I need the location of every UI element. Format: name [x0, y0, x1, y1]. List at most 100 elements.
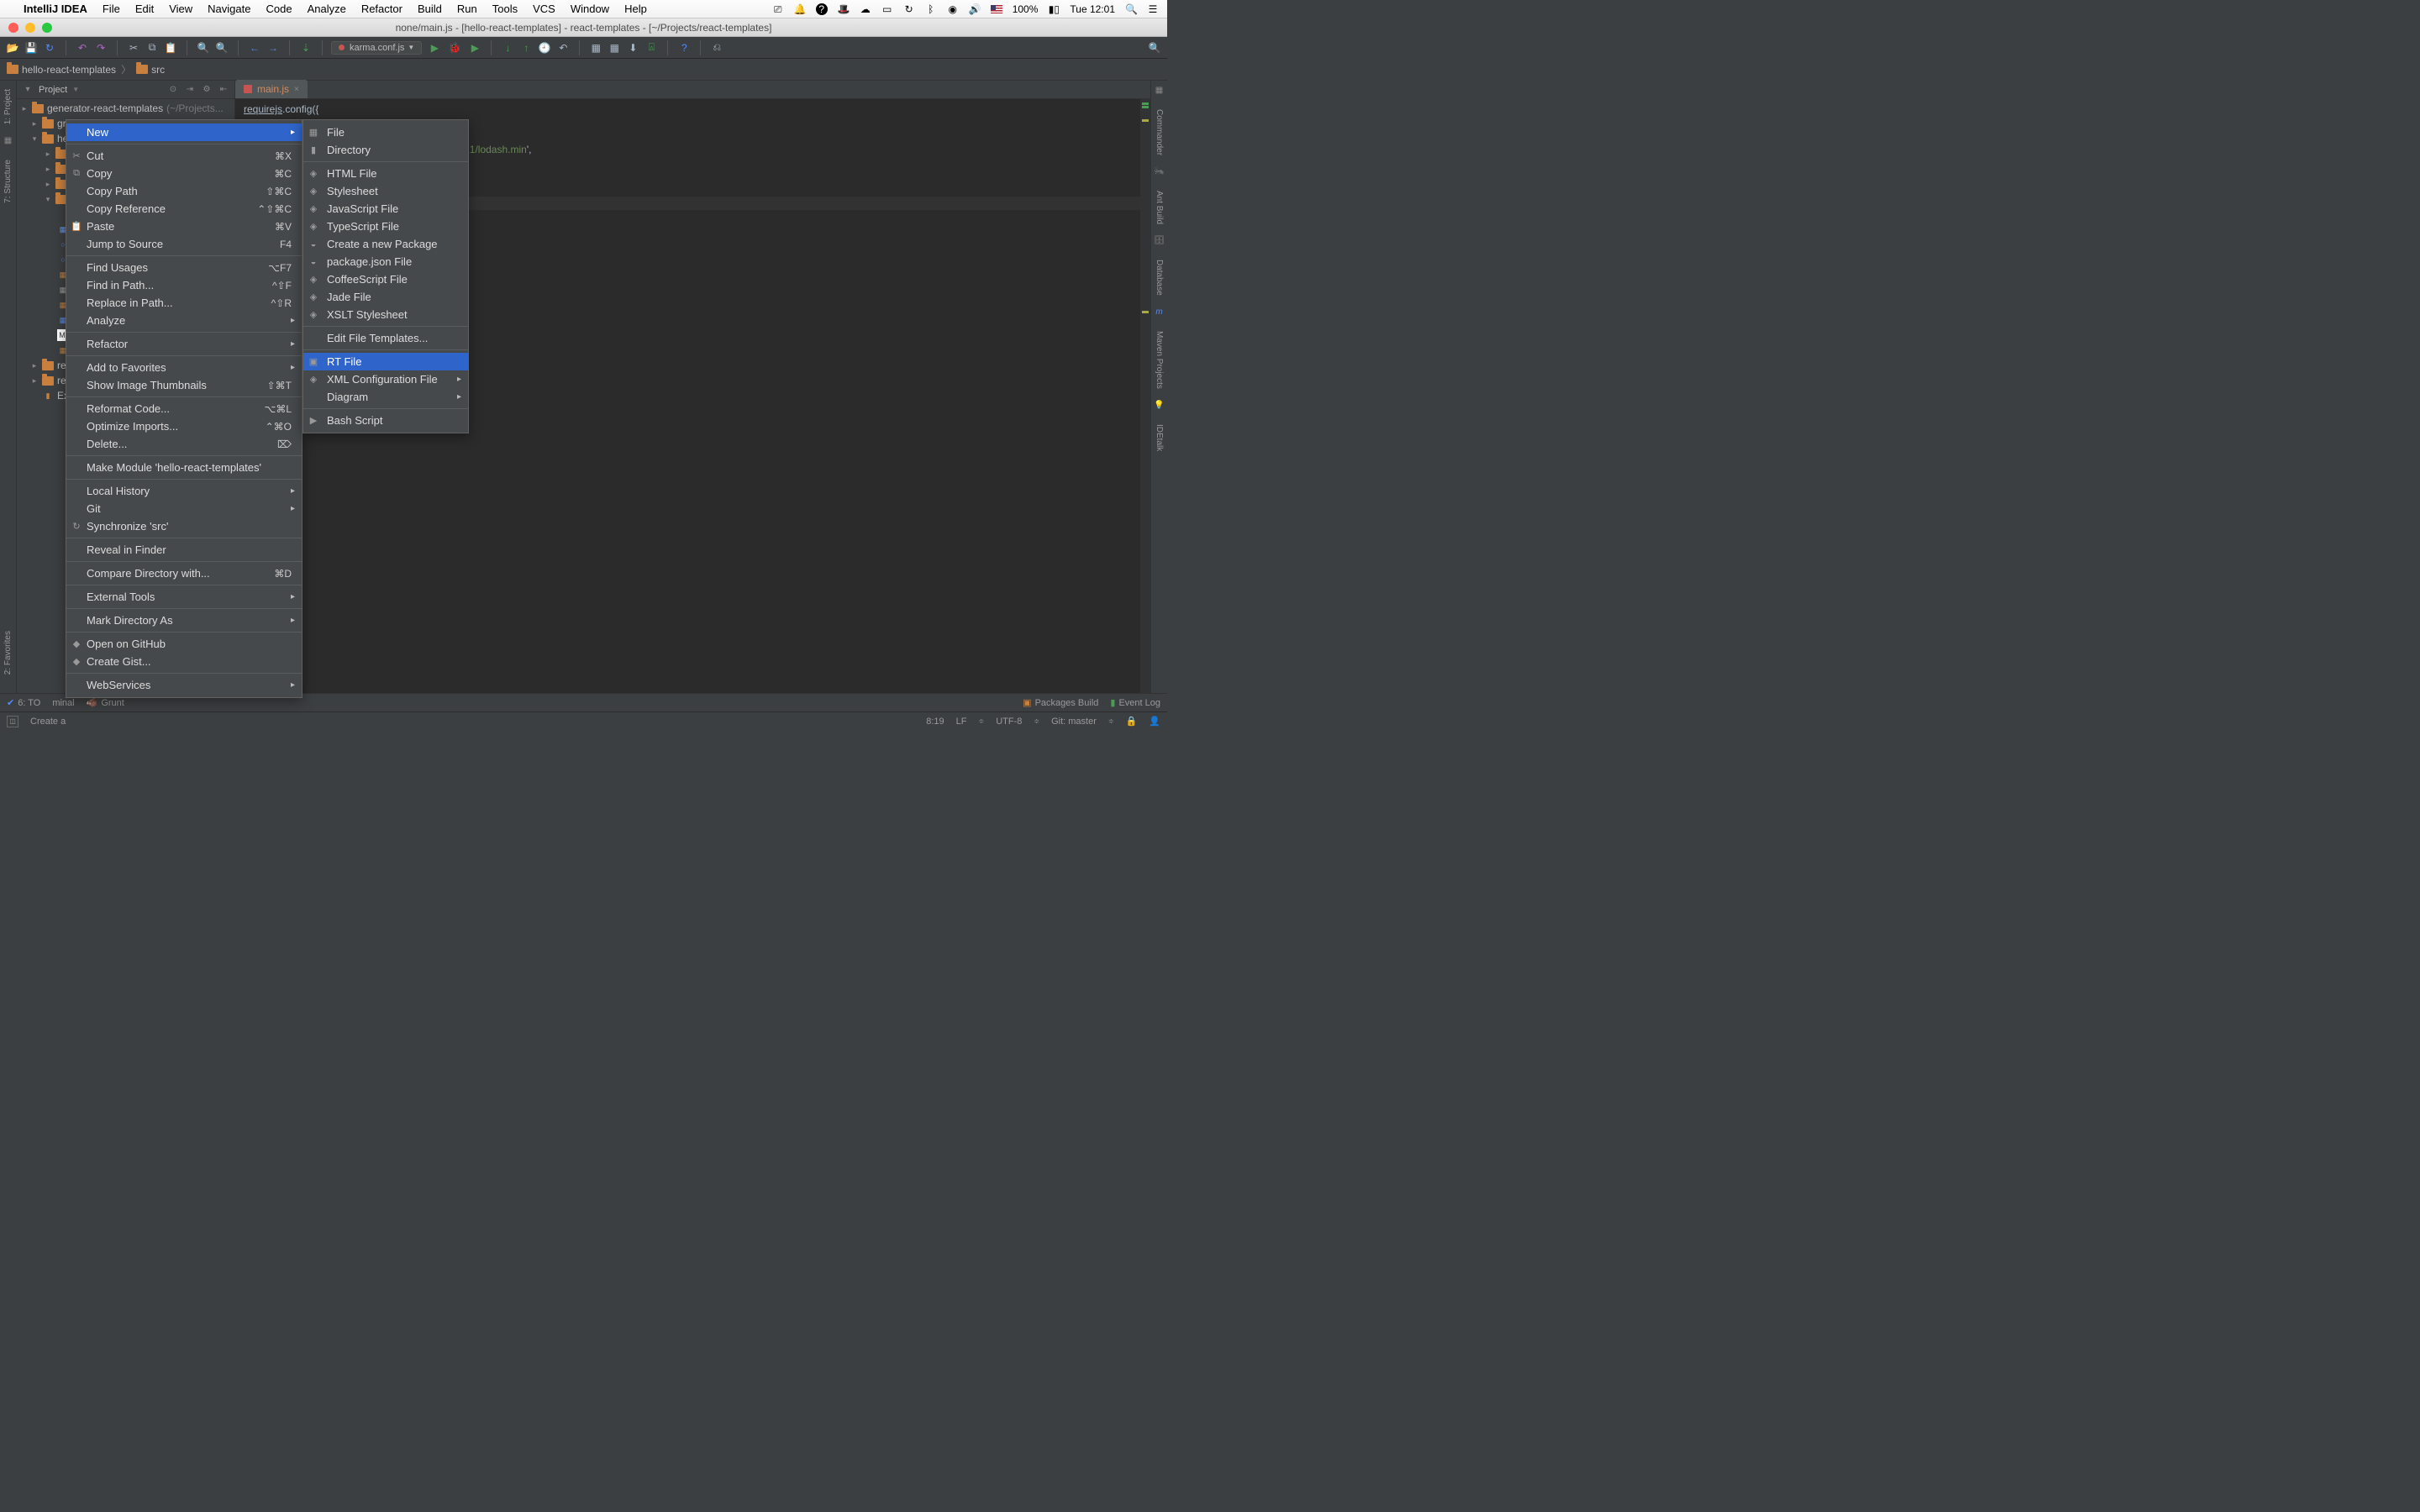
- menu-help[interactable]: Help: [624, 3, 647, 15]
- search-everywhere-icon[interactable]: 🔍: [1147, 40, 1162, 55]
- input-flag-icon[interactable]: [991, 5, 1002, 13]
- bell-icon[interactable]: 🔔: [794, 3, 806, 15]
- undo-icon[interactable]: ↶: [75, 40, 90, 55]
- menu-item[interactable]: Refactor: [66, 335, 302, 353]
- status-hector-icon[interactable]: 👤: [1149, 716, 1160, 727]
- cloud-icon[interactable]: ☁: [860, 3, 871, 15]
- menu-edit[interactable]: Edit: [135, 3, 154, 15]
- menu-item[interactable]: Find in Path...^⇧F: [66, 276, 302, 294]
- avd-icon[interactable]: ▦: [607, 40, 622, 55]
- tool-maven[interactable]: Maven Projects: [1155, 328, 1164, 392]
- menu-item[interactable]: ▣RT File: [303, 353, 468, 370]
- tool-structure[interactable]: 7: Structure: [3, 156, 13, 207]
- timemachine-icon[interactable]: ↻: [903, 3, 915, 15]
- menu-item[interactable]: Delete...⌦: [66, 435, 302, 453]
- menu-item[interactable]: Diagram: [303, 388, 468, 406]
- tool-packages[interactable]: ▣Packages Build: [1023, 697, 1098, 708]
- vcs-revert-icon[interactable]: ↶: [555, 40, 571, 55]
- menu-run[interactable]: Run: [457, 3, 477, 15]
- menu-item[interactable]: Copy Path⇧⌘C: [66, 182, 302, 200]
- copy-icon[interactable]: ⧉: [145, 40, 160, 55]
- toolwindows-icon[interactable]: ◫: [7, 716, 18, 727]
- menu-build[interactable]: Build: [418, 3, 442, 15]
- tool-commander[interactable]: Commander: [1155, 106, 1164, 159]
- menu-navigate[interactable]: Navigate: [208, 3, 250, 15]
- menu-window[interactable]: Window: [571, 3, 609, 15]
- tool-database[interactable]: Database: [1155, 256, 1164, 299]
- menu-item[interactable]: Make Module 'hello-react-templates': [66, 459, 302, 476]
- sync-icon[interactable]: ↻: [42, 40, 57, 55]
- notification-icon[interactable]: ☰: [1147, 3, 1159, 15]
- android-icon[interactable]: ⍓: [644, 40, 659, 55]
- window-zoom-button[interactable]: [42, 23, 52, 33]
- editor-tab-mainjs[interactable]: main.js ×: [235, 80, 308, 98]
- clock[interactable]: Tue 12:01: [1070, 3, 1115, 15]
- spotlight-icon[interactable]: 🔍: [1125, 3, 1137, 15]
- menu-item[interactable]: Show Image Thumbnails⇧⌘T: [66, 376, 302, 394]
- tool-favorites[interactable]: 2: Favorites: [3, 627, 13, 678]
- hat-icon[interactable]: 🎩: [838, 3, 850, 15]
- battery-percent[interactable]: 100%: [1013, 3, 1039, 15]
- cut-icon[interactable]: ✂: [126, 40, 141, 55]
- menu-item[interactable]: Add to Favorites: [66, 359, 302, 376]
- gutter-marker-icon[interactable]: [1142, 119, 1149, 122]
- menu-item[interactable]: ◈Jade File: [303, 288, 468, 306]
- menu-item[interactable]: ◈XSLT Stylesheet: [303, 306, 468, 323]
- hide-icon[interactable]: ⇤: [218, 84, 229, 96]
- window-close-button[interactable]: [8, 23, 18, 33]
- sdk-icon[interactable]: ⬇: [625, 40, 640, 55]
- coverage-icon[interactable]: ▶: [467, 40, 482, 55]
- display-icon[interactable]: ▭: [881, 3, 893, 15]
- menu-item[interactable]: Analyze: [66, 312, 302, 329]
- close-tab-icon[interactable]: ×: [294, 85, 299, 94]
- tool-grunt[interactable]: 🐗Grunt: [87, 697, 124, 708]
- redo-icon[interactable]: ↷: [93, 40, 108, 55]
- vcs-history-icon[interactable]: 🕘: [537, 40, 552, 55]
- run-config-dropdown[interactable]: karma.conf.js ▼: [331, 41, 422, 55]
- project-view-icon[interactable]: ▾: [22, 84, 34, 96]
- tool-terminal[interactable]: minal: [52, 698, 74, 708]
- menu-item[interactable]: ◆Create Gist...: [66, 653, 302, 670]
- menu-item[interactable]: Reformat Code...⌥⌘L: [66, 400, 302, 417]
- status-encoding[interactable]: UTF-8: [996, 717, 1022, 727]
- menu-item[interactable]: External Tools: [66, 588, 302, 606]
- save-icon[interactable]: 💾: [24, 40, 39, 55]
- menu-item[interactable]: ▶Bash Script: [303, 412, 468, 429]
- menu-item[interactable]: ◈CoffeeScript File: [303, 270, 468, 288]
- menu-item[interactable]: ↻Synchronize 'src': [66, 517, 302, 535]
- make-icon[interactable]: ⇣: [298, 40, 313, 55]
- structure-icon[interactable]: ▦: [588, 40, 603, 55]
- menu-item[interactable]: ◈TypeScript File: [303, 218, 468, 235]
- volume-icon[interactable]: 🔊: [969, 3, 981, 15]
- menu-item[interactable]: Optimize Imports...⌃⌘O: [66, 417, 302, 435]
- menu-item[interactable]: Edit File Templates...: [303, 329, 468, 347]
- replace-icon[interactable]: 🔍: [214, 40, 229, 55]
- tool-eventlog[interactable]: ▮Event Log: [1110, 697, 1160, 708]
- menu-item[interactable]: WebServices: [66, 676, 302, 694]
- status-position[interactable]: 8:19: [926, 717, 944, 727]
- menu-item[interactable]: ◒package.json File: [303, 253, 468, 270]
- menu-item[interactable]: ⧉Copy⌘C: [66, 165, 302, 182]
- menu-item[interactable]: Copy Reference⌃⇧⌘C: [66, 200, 302, 218]
- tool-todo[interactable]: ✔6: TO: [7, 697, 40, 708]
- menu-view[interactable]: View: [169, 3, 192, 15]
- menu-item[interactable]: ✂Cut⌘X: [66, 147, 302, 165]
- menu-item[interactable]: ◈HTML File: [303, 165, 468, 182]
- menu-code[interactable]: Code: [266, 3, 292, 15]
- help-icon[interactable]: ?: [676, 40, 692, 55]
- paste-icon[interactable]: 📋: [163, 40, 178, 55]
- menu-item[interactable]: 📋Paste⌘V: [66, 218, 302, 235]
- battery-icon[interactable]: ▮▯: [1048, 3, 1060, 15]
- collapse-icon[interactable]: ⇥: [184, 84, 196, 96]
- run-icon[interactable]: ▶: [427, 40, 442, 55]
- find-icon[interactable]: 🔍: [196, 40, 211, 55]
- menu-item[interactable]: Find Usages⌥F7: [66, 259, 302, 276]
- menu-refactor[interactable]: Refactor: [361, 3, 402, 15]
- menu-item[interactable]: ◈JavaScript File: [303, 200, 468, 218]
- toggle-icon[interactable]: ⎌: [709, 40, 724, 55]
- open-icon[interactable]: 📂: [5, 40, 20, 55]
- menubar-appname[interactable]: IntelliJ IDEA: [24, 3, 87, 15]
- status-line-sep[interactable]: LF: [956, 717, 967, 727]
- menu-item[interactable]: ◈XML Configuration File: [303, 370, 468, 388]
- scroll-from-icon[interactable]: ⊙: [167, 84, 179, 96]
